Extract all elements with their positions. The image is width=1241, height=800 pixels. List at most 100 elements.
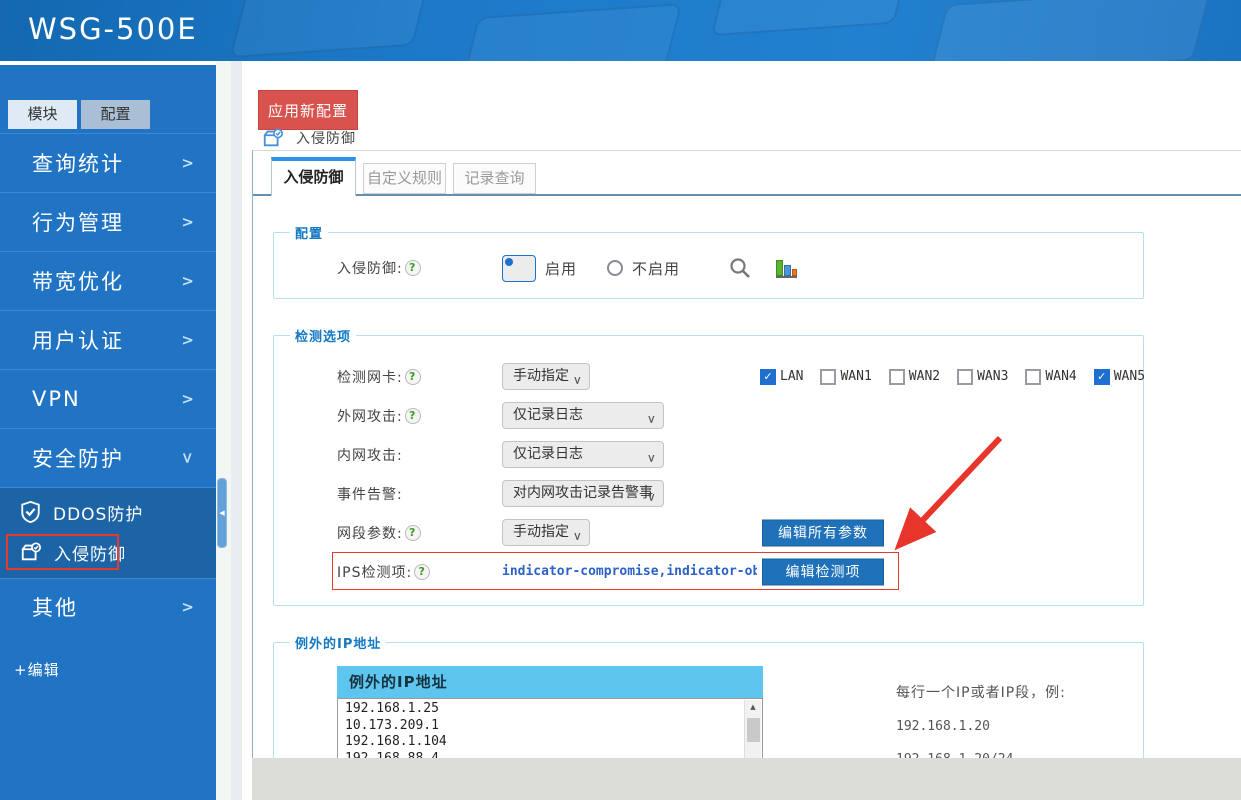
radio-enable-label[interactable]: 启用 — [545, 258, 577, 279]
edit-detection-items-button[interactable]: 编辑检测项 — [762, 558, 884, 585]
sidebar-item-other[interactable]: 其他 > — [0, 578, 216, 635]
sidebar-item-bandwidth[interactable]: 带宽优化 > — [0, 251, 216, 310]
wan-attack-select[interactable]: 仅记录日志 > — [502, 402, 664, 429]
ips-items-value: indicator-compromise,indicator-ob… — [502, 564, 757, 579]
sidebar-gutter — [216, 61, 231, 800]
form-row-wan-attack: 外网攻击: ? 仅记录日志 > — [274, 396, 1143, 435]
select-value: 仅记录日志 — [513, 407, 583, 423]
radio-disable[interactable] — [607, 260, 624, 276]
tab-log-query[interactable]: 记录查询 — [453, 163, 536, 194]
sidebar-item-vpn[interactable]: VPN > — [0, 369, 216, 428]
sidebar-item-label: VPN — [32, 387, 81, 411]
checkbox-label: WAN2 — [908, 369, 941, 384]
checkbox-label: WAN5 — [1113, 369, 1146, 384]
help-icon[interactable]: ? — [404, 407, 421, 424]
checkbox-wan5[interactable]: ✓ WAN5 — [1093, 368, 1146, 385]
chevron-down-icon: > — [644, 492, 658, 503]
sidebar-item-user-auth[interactable]: 用户认证 > — [0, 310, 216, 369]
apply-config-button[interactable]: 应用新配置 — [258, 90, 358, 130]
tab-strip: 入侵防御 自定义规则 记录查询 — [253, 151, 1241, 196]
form-row-detect-nic: 检测网卡: ? 手动指定 > ✓ LAN WAN1 WAN2 WAN3 WAN4… — [274, 357, 1146, 396]
sidebar-item-behavior[interactable]: 行为管理 > — [0, 192, 216, 251]
ip-entry: 10.173.209.1 — [345, 717, 439, 733]
sidebar-item-label: 其他 — [32, 596, 78, 620]
bar-chart-icon[interactable] — [776, 258, 798, 278]
tab-custom-rules[interactable]: 自定义规则 — [363, 163, 446, 194]
field-label-text: 入侵防御: — [337, 261, 403, 277]
tab-config[interactable]: 配置 — [81, 100, 150, 129]
chevron-down-icon: > — [570, 531, 584, 542]
bar — [784, 265, 792, 276]
field-label-text: 外网攻击: — [337, 408, 403, 425]
sidebar-item-query-stats[interactable]: 查询统计 > — [0, 133, 216, 192]
section-legend: 配置 — [295, 227, 324, 242]
detect-nic-select[interactable]: 手动指定 > — [502, 363, 590, 390]
keyboard-decoration — [229, 0, 431, 59]
stamp-check-icon — [21, 542, 41, 561]
sidebar-collapse-handle[interactable]: ◀ — [217, 478, 227, 548]
checkbox-wan3[interactable]: WAN3 — [957, 368, 1008, 385]
form-row-event-alarm: 事件告警: 对内网攻击记录告警事 > — [274, 474, 1143, 513]
keyboard-decoration — [710, 0, 910, 37]
sidebar-item-label: 用户认证 — [32, 329, 124, 353]
field-label-text: 内网攻击: — [337, 447, 403, 464]
checkbox-checked: ✓ — [1093, 368, 1110, 385]
segment-params-select[interactable]: 手动指定 > — [502, 519, 590, 546]
field-label: 外网攻击: ? — [337, 406, 502, 426]
chevron-right-icon: > — [181, 331, 194, 349]
checkbox-label: WAN4 — [1045, 369, 1077, 384]
sidebar-item-ddos[interactable]: DDOS防护 — [0, 492, 216, 532]
checkbox-wan4[interactable]: WAN4 — [1025, 368, 1077, 385]
help-icon[interactable]: ? — [404, 260, 421, 276]
sidebar-item-security[interactable]: 安全防护 > — [0, 428, 216, 487]
help-icon[interactable]: ? — [404, 368, 421, 385]
checkbox-unchecked — [888, 368, 905, 385]
radio-enable[interactable] — [502, 254, 536, 282]
chevron-right-icon: > — [181, 272, 194, 290]
breadcrumb-label: 入侵防御 — [296, 131, 356, 147]
radio-disable-label[interactable]: 不启用 — [632, 258, 680, 279]
ip-hint-text: 每行一个IP或者IP段，例: — [896, 685, 1066, 701]
bar — [792, 269, 798, 276]
checkbox-lan[interactable]: ✓ LAN — [760, 368, 803, 385]
scroll-up-icon[interactable]: ▲ — [745, 700, 761, 715]
chevron-right-icon: > — [181, 154, 194, 172]
sidebar-item-label: 查询统计 — [32, 152, 124, 176]
chevron-right-icon: > — [181, 390, 194, 408]
help-icon[interactable]: ? — [404, 524, 421, 541]
keyboard-decoration — [457, 3, 683, 61]
field-label-text: 事件告警: — [337, 486, 403, 503]
form-row-ips-items: IPS检测项: ? indicator-compromise,indicator… — [274, 552, 1143, 591]
chevron-down-icon: > — [570, 375, 584, 386]
collapse-arrow-icon: ◀ — [219, 509, 225, 517]
scrollbar-thumb[interactable] — [747, 718, 760, 742]
exception-ip-column: 例外的IP地址 192.168.1.25 10.173.209.1 192.16… — [337, 666, 763, 772]
field-label: 网段参数: ? — [337, 523, 502, 543]
tab-content: 配置 入侵防御: ? 启用 不启用 检测选项 检测网卡: ? 手动指定 > ✓ … — [253, 196, 1241, 791]
event-alarm-select[interactable]: 对内网攻击记录告警事 > — [502, 480, 664, 507]
help-icon[interactable]: ? — [414, 563, 431, 580]
ip-entry: 192.168.1.104 — [345, 734, 447, 749]
checkbox-wan2[interactable]: WAN2 — [888, 368, 941, 385]
search-icon[interactable] — [728, 256, 752, 280]
form-row-lan-attack: 内网攻击: 仅记录日志 > — [274, 435, 1143, 474]
field-label-text: 检测网卡: — [337, 369, 403, 386]
sidebar-edit-link[interactable]: +编辑 — [14, 659, 216, 680]
tab-modules[interactable]: 模块 — [8, 100, 77, 129]
sidebar-item-intrusion-prevention[interactable]: 入侵防御 — [0, 532, 216, 572]
checkbox-wan1[interactable]: WAN1 — [820, 368, 872, 385]
field-label-text: 网段参数: — [337, 525, 403, 542]
tab-intrusion-prevention[interactable]: 入侵防御 — [271, 157, 356, 196]
checkbox-unchecked — [957, 368, 974, 385]
main-area: 应用新配置 入侵防御 入侵防御 自定义规则 记录查询 配置 入侵防御: ? 启用… — [242, 61, 1241, 800]
sidebar-tabs: 模块 配置 — [8, 100, 216, 129]
edit-all-params-button[interactable]: 编辑所有参数 — [762, 519, 884, 546]
field-label: 入侵防御: ? — [337, 258, 502, 278]
keyboard-decoration — [927, 0, 1213, 61]
field-label: IPS检测项: ? — [337, 562, 502, 582]
lan-attack-select[interactable]: 仅记录日志 > — [502, 441, 664, 468]
ip-example: 192.168.1.20 — [896, 719, 990, 734]
stamp-check-icon — [263, 128, 283, 147]
form-row-segment-params: 网段参数: ? 手动指定 > 编辑所有参数 — [274, 513, 1143, 552]
section-legend: 检测选项 — [295, 330, 352, 345]
